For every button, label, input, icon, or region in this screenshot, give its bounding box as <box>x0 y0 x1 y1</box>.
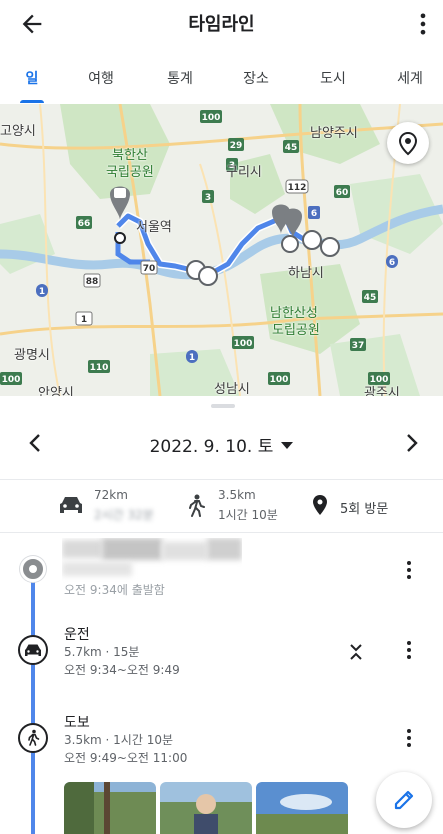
visits-count: 5회 방문 <box>340 502 389 517</box>
walk-node <box>18 723 48 753</box>
sheet-drag-handle[interactable] <box>211 404 235 408</box>
walk-detail: 3.5km · 1시간 10분 <box>64 733 174 747</box>
unfold-icon[interactable] <box>348 642 364 662</box>
tab-day[interactable]: 일 <box>26 68 39 88</box>
more-vert-icon[interactable] <box>415 10 431 38</box>
photo-thumbnail[interactable] <box>256 782 348 834</box>
drive-detail: 5.7km · 15분 <box>64 645 140 659</box>
tab-insights[interactable]: 통계 <box>167 68 193 88</box>
app-bar: 타임라인 <box>0 0 443 48</box>
tab-cities[interactable]: 도시 <box>320 68 346 88</box>
route-badge: 100 <box>2 375 21 385</box>
timeline-start-node <box>20 556 46 582</box>
photo-thumbnail[interactable] <box>64 782 156 834</box>
route-badge: 66 <box>78 219 91 229</box>
tab-places[interactable]: 장소 <box>243 68 269 88</box>
date-navigator: 2022. 9. 10. 토 <box>0 420 443 466</box>
edit-icon <box>394 790 414 810</box>
walk-duration: 1시간 10분 <box>218 508 278 522</box>
tab-world[interactable]: 세계 <box>397 68 423 88</box>
more-vert-icon[interactable] <box>405 639 413 661</box>
tab-trips[interactable]: 여행 <box>88 68 114 88</box>
route-badge: 1 <box>81 315 87 325</box>
route-badge: 110 <box>90 363 109 373</box>
start-place-blurred <box>62 538 242 584</box>
route-badge: 100 <box>270 375 289 385</box>
map-label: 하남시 <box>288 266 324 281</box>
map-canvas: 100 45 29 112 60 3 66 6 70 88 1 6 45 100… <box>0 104 443 396</box>
map-label: 국립공원 <box>106 165 154 180</box>
route-badge: 6 <box>389 258 395 268</box>
map-view[interactable]: 100 45 29 112 60 3 66 6 70 88 1 6 45 100… <box>0 104 443 396</box>
map-label: 고양시 <box>0 124 36 139</box>
more-vert-icon[interactable] <box>405 559 413 581</box>
page-title: 타임라인 <box>188 14 255 35</box>
drive-title: 운전 <box>64 627 90 643</box>
route-badge: 70 <box>143 264 156 274</box>
edit-fab[interactable] <box>376 772 432 828</box>
route-badge: 6 <box>311 209 317 219</box>
map-label: 남양주시 <box>310 126 358 141</box>
map-label: 구리시 <box>226 165 262 180</box>
walk-icon <box>28 729 40 746</box>
tab-bar: 일 여행 통계 장소 도시 세계 <box>0 60 443 104</box>
date-text: 2022. 9. 10. 토 <box>149 437 274 457</box>
map-label: 광명시 <box>14 348 50 363</box>
route-badge: 37 <box>352 341 365 351</box>
route-badge: 60 <box>336 188 349 198</box>
route-badge: 1 <box>39 287 45 297</box>
route-badge: 29 <box>230 141 243 151</box>
divider <box>0 532 443 533</box>
map-label: 서울역 <box>136 220 172 235</box>
walk-icon <box>189 494 205 517</box>
location-button[interactable] <box>387 122 429 164</box>
car-icon <box>60 497 82 513</box>
more-vert-icon[interactable] <box>405 727 413 749</box>
map-label: 성남시 <box>214 382 250 396</box>
route-badge: 100 <box>202 113 221 123</box>
route-badge: 100 <box>234 339 253 349</box>
drive-distance: 72km <box>94 488 128 502</box>
place-icon <box>398 131 418 156</box>
map-label: 도립공원 <box>272 323 320 338</box>
drive-duration: 2시간 32분 <box>94 508 154 522</box>
chevron-right-icon[interactable] <box>403 432 421 454</box>
car-icon <box>25 644 41 656</box>
start-departure-time: 오전 9:34에 출발함 <box>64 583 165 597</box>
date-selector[interactable]: 2022. 9. 10. 토 <box>0 432 443 457</box>
drive-node <box>18 635 48 665</box>
walk-time: 오전 9:49~오전 11:00 <box>64 751 188 765</box>
photo-strip <box>64 782 354 834</box>
place-icon <box>313 495 327 515</box>
route-badge: 3 <box>205 193 211 203</box>
map-label: 광주시 <box>364 386 400 396</box>
walk-title: 도보 <box>64 715 90 731</box>
day-summary: 72km 2시간 32분 3.5km 1시간 10분 5회 방문 <box>0 482 443 532</box>
drive-time: 오전 9:34~오전 9:49 <box>64 663 180 677</box>
timeline-line <box>31 568 35 834</box>
walk-distance: 3.5km <box>218 488 256 502</box>
route-badge: 1 <box>189 353 195 363</box>
route-badge: 45 <box>364 293 377 303</box>
active-tab-indicator <box>20 100 44 103</box>
photo-thumbnail[interactable] <box>160 782 252 834</box>
route-badge: 45 <box>285 143 298 153</box>
route-badge: 88 <box>86 277 99 287</box>
dropdown-caret-icon <box>281 442 294 449</box>
divider <box>0 479 443 480</box>
map-label: 안양시 <box>38 386 74 396</box>
route-badge: 112 <box>288 183 307 193</box>
